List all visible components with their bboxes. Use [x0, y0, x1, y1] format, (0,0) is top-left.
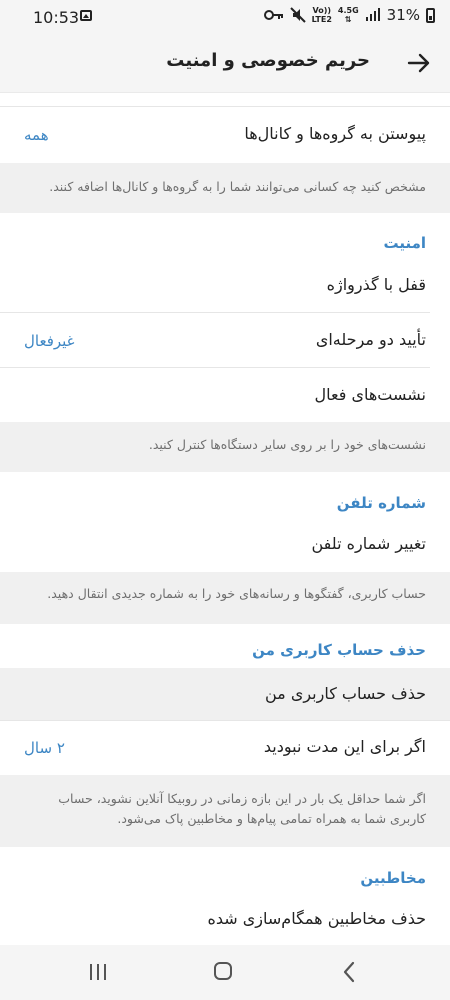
delete-synced-contacts-label: حذف مخاطبین همگام‌سازی شده — [207, 909, 427, 928]
mute-icon — [289, 7, 306, 23]
delete-account-title: حذف حساب کاربری من — [252, 641, 426, 659]
security-title: امنیت — [383, 234, 426, 252]
status-bar: 10:53 Vo)) LTE2 4.5G ⇅ 31% — [0, 0, 450, 36]
status-icons: Vo)) LTE2 4.5G ⇅ 31% — [263, 6, 435, 24]
key-icon — [263, 10, 283, 20]
battery-icon — [426, 7, 435, 23]
passcode-lock-row[interactable]: قفل با گذرواژه — [0, 258, 450, 313]
contacts-title: مخاطبین — [360, 869, 426, 887]
signal-icon — [365, 8, 380, 21]
security-info: نشست‌های خود را بر روی سایر دستگاه‌ها کن… — [0, 422, 450, 472]
two-step-label: تأیید دو مرحله‌ای — [315, 330, 426, 349]
delete-account-label: حذف حساب کاربری من — [264, 684, 426, 703]
two-step-verification-row[interactable]: تأیید دو مرحله‌ای غیرفعال — [0, 313, 450, 368]
phone-info: حساب کاربری، گفتگوها و رسانه‌های خود را … — [0, 572, 450, 624]
delete-account-row[interactable]: حذف حساب کاربری من — [0, 668, 450, 720]
change-phone-label: تغییر شماره تلفن — [311, 534, 427, 553]
active-sessions-label: نشست‌های فعال — [314, 385, 427, 404]
groups-channels-label: پیوستن به گروه‌ها و کانال‌ها — [244, 124, 426, 143]
groups-channels-info: مشخص کنید چه کسانی می‌توانند شما را به گ… — [0, 163, 450, 213]
change-phone-row[interactable]: تغییر شماره تلفن — [0, 518, 450, 572]
delete-account-info: اگر شما حداقل یک بار در این بازه زمانی د… — [0, 775, 450, 847]
data-indicator: 4.5G ⇅ — [337, 6, 359, 24]
gallery-notification-icon — [80, 10, 92, 21]
delete-synced-contacts-row[interactable]: حذف مخاطبین همگام‌سازی شده — [0, 895, 450, 945]
chevron-left-icon[interactable] — [342, 960, 356, 984]
clock: 10:53 — [33, 8, 80, 27]
inactive-period-row[interactable]: اگر برای این مدت نبودید ۲ سال — [0, 721, 450, 775]
two-step-value: غیرفعال — [24, 332, 75, 350]
volte-indicator: Vo)) LTE2 — [311, 6, 332, 24]
page-title: حریم خصوصی و امنیت — [166, 50, 370, 71]
recents-icon[interactable] — [90, 964, 106, 980]
arrow-right-icon[interactable] — [406, 50, 432, 76]
inactive-period-value: ۲ سال — [24, 739, 65, 757]
battery-percent: 31% — [386, 6, 420, 24]
delete-account-section: حذف حساب کاربری من — [0, 624, 450, 668]
active-sessions-row[interactable]: نشست‌های فعال — [0, 368, 450, 422]
groups-channels-row[interactable]: پیوستن به گروه‌ها و کانال‌ها همه — [0, 107, 450, 163]
groups-channels-value: همه — [24, 126, 49, 144]
app-bar: حریم خصوصی و امنیت — [0, 36, 450, 93]
phone-title: شماره تلفن — [336, 494, 426, 512]
home-icon[interactable] — [214, 962, 232, 980]
system-navigation-bar — [0, 945, 450, 1000]
passcode-lock-label: قفل با گذرواژه — [326, 275, 426, 294]
inactive-period-label: اگر برای این مدت نبودید — [263, 737, 426, 756]
